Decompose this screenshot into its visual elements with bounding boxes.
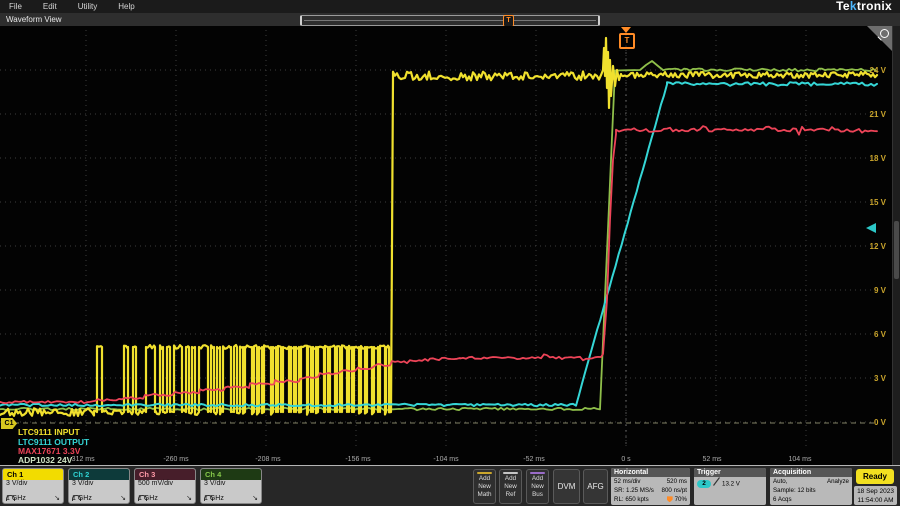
trigger-position-flag[interactable]: T — [619, 27, 633, 49]
legend-ch4: ADP1032 24V — [18, 455, 72, 465]
horizontal-title: Horizontal — [611, 468, 690, 477]
ch2-name: Ch 2 — [69, 469, 129, 480]
v-axis-label: 0 V — [852, 418, 886, 427]
math-accent — [477, 472, 492, 474]
acq-analyze: Analyze — [827, 477, 849, 486]
oscilloscope-app: File Edit Utility Help Tektronix Wavefor… — [0, 0, 900, 506]
trigger-panel[interactable]: Trigger 2 13.2 V — [694, 468, 766, 505]
legend-ch1: LTC9111 INPUT — [18, 427, 80, 437]
v-axis-label: 18 V — [852, 154, 886, 163]
add-new-bus-button[interactable]: Add New Bus — [526, 469, 549, 504]
acquisition-panel[interactable]: Acquisition Auto, Analyze Sample: 12 bits… — [770, 468, 852, 505]
vertical-scrollbar-handle[interactable] — [894, 221, 899, 279]
ch1-name: Ch 1 — [3, 469, 63, 480]
trigger-source-badge: 2 — [697, 480, 711, 488]
ch2-vdiv: 3 V/div — [69, 480, 129, 488]
trigger-position-icon — [667, 496, 673, 502]
t-axis-label: 104 ms — [782, 456, 818, 463]
t-axis-label: 0 s — [608, 456, 644, 463]
trigger-t-icon: T — [619, 33, 635, 49]
ch1-bandwidth: 1 GHz — [6, 494, 26, 503]
resolution: 800 ns/pt — [662, 486, 687, 495]
ch4-bandwidth: 1 GHz — [204, 494, 224, 503]
v-axis-label: 21 V — [852, 110, 886, 119]
date: 18 Sep 2023 — [854, 487, 897, 496]
time: 11:54:00 AM — [854, 496, 897, 505]
trigger-title: Trigger — [694, 468, 766, 477]
channel-badge-ch1[interactable]: Ch 1 3 V/div 1 GHz ↘ — [2, 468, 64, 504]
ch3-bandwidth: 1 GHz — [138, 494, 158, 503]
t-axis-label: -208 ms — [250, 456, 286, 463]
menu-file[interactable]: File — [9, 2, 22, 11]
trace-ch2-ltc9111-output — [0, 82, 877, 406]
channel-badge-ch3[interactable]: Ch 3 500 mV/div 1 GHz ↘ — [134, 468, 196, 504]
channel-badge-ch4[interactable]: Ch 4 3 V/div 1 GHz ↘ — [200, 468, 262, 504]
ch2-bandwidth: 1 GHz — [72, 494, 92, 503]
channel-badge-ch2[interactable]: Ch 2 3 V/div 1 GHz ↘ — [68, 468, 130, 504]
ready-status-button[interactable]: Ready — [856, 469, 894, 484]
menu-edit[interactable]: Edit — [43, 2, 57, 11]
add-new-math-button[interactable]: Add New Math — [473, 469, 496, 504]
ch1-vdiv: 3 V/div — [3, 480, 63, 488]
horizontal-panel[interactable]: Horizontal 52 ms/div 520 ms SR: 1.25 MS/s… — [611, 468, 690, 505]
vertical-scrollbar[interactable] — [892, 26, 900, 465]
trigger-position-pct: 70% — [675, 496, 687, 503]
bandwidth-icon: ↘ — [252, 494, 258, 503]
afg-button[interactable]: AFG — [583, 469, 608, 504]
menu-utility[interactable]: Utility — [78, 2, 98, 11]
menu-help[interactable]: Help — [118, 2, 134, 11]
t-axis-label: -156 ms — [340, 456, 376, 463]
ch3-vdiv: 500 mV/div — [135, 480, 195, 488]
record-length: RL: 650 kpts — [614, 495, 649, 504]
v-axis-label: 15 V — [852, 198, 886, 207]
v-axis-label: 24 V — [852, 66, 886, 75]
tektronix-logo: Tektronix — [836, 0, 892, 13]
horizontal-scale: 52 ms/div — [614, 477, 640, 486]
t-axis-label: -260 ms — [158, 456, 194, 463]
trigger-level-arrow-icon[interactable] — [866, 223, 876, 233]
menu-bar: File Edit Utility Help Tektronix — [0, 0, 900, 13]
t-axis-label: 52 ms — [694, 456, 730, 463]
trigger-level: 13.2 V — [722, 481, 740, 488]
v-axis-label: 12 V — [852, 242, 886, 251]
tab-waveform-view[interactable]: Waveform View — [6, 13, 62, 26]
bandwidth-icon: ↘ — [54, 494, 60, 503]
horizontal-window: 520 ms — [667, 477, 687, 486]
t-axis-label: -104 ms — [428, 456, 464, 463]
waveform-canvas — [0, 26, 900, 465]
dvm-button[interactable]: DVM — [553, 469, 580, 504]
bus-accent — [530, 472, 545, 474]
datetime-panel: 18 Sep 2023 11:54:00 AM — [854, 486, 897, 505]
ch4-name: Ch 4 — [201, 469, 261, 480]
settings-bar: Ch 1 3 V/div 1 GHz↘ Ch 2 3 V/div 1 GHz↘ … — [0, 465, 900, 506]
v-axis-label: 6 V — [852, 330, 886, 339]
add-new-ref-button[interactable]: Add New Ref — [499, 469, 522, 504]
ch3-name: Ch 3 — [135, 469, 195, 480]
magnifier-icon — [880, 29, 889, 38]
waveform-display[interactable]: T 24 V 21 V 18 V 15 V 12 V 9 V 6 V 3 V 0… — [0, 26, 900, 465]
ref-accent — [503, 472, 518, 474]
rising-edge-icon — [713, 477, 720, 491]
acq-mode: Auto, — [773, 477, 787, 486]
t-axis-label: -52 ms — [516, 456, 552, 463]
acquisition-title: Acquisition — [770, 468, 852, 477]
trace-ch4-adp1032-24v — [0, 61, 876, 410]
v-axis-label: 9 V — [852, 286, 886, 295]
ch4-vdiv: 3 V/div — [201, 480, 261, 488]
sample-rate: SR: 1.25 MS/s — [614, 486, 654, 495]
acquisition-overview-bar[interactable]: T — [300, 15, 600, 26]
trace-ch3-max17671-3v3 — [0, 126, 877, 403]
tab-bar: Waveform View T — [0, 13, 900, 27]
acq-count: 6 Acqs — [773, 495, 792, 504]
v-axis-label: 3 V — [852, 374, 886, 383]
bandwidth-icon: ↘ — [120, 494, 126, 503]
bandwidth-icon: ↘ — [186, 494, 192, 503]
acq-sample: Sample: 12 bits — [773, 486, 816, 495]
